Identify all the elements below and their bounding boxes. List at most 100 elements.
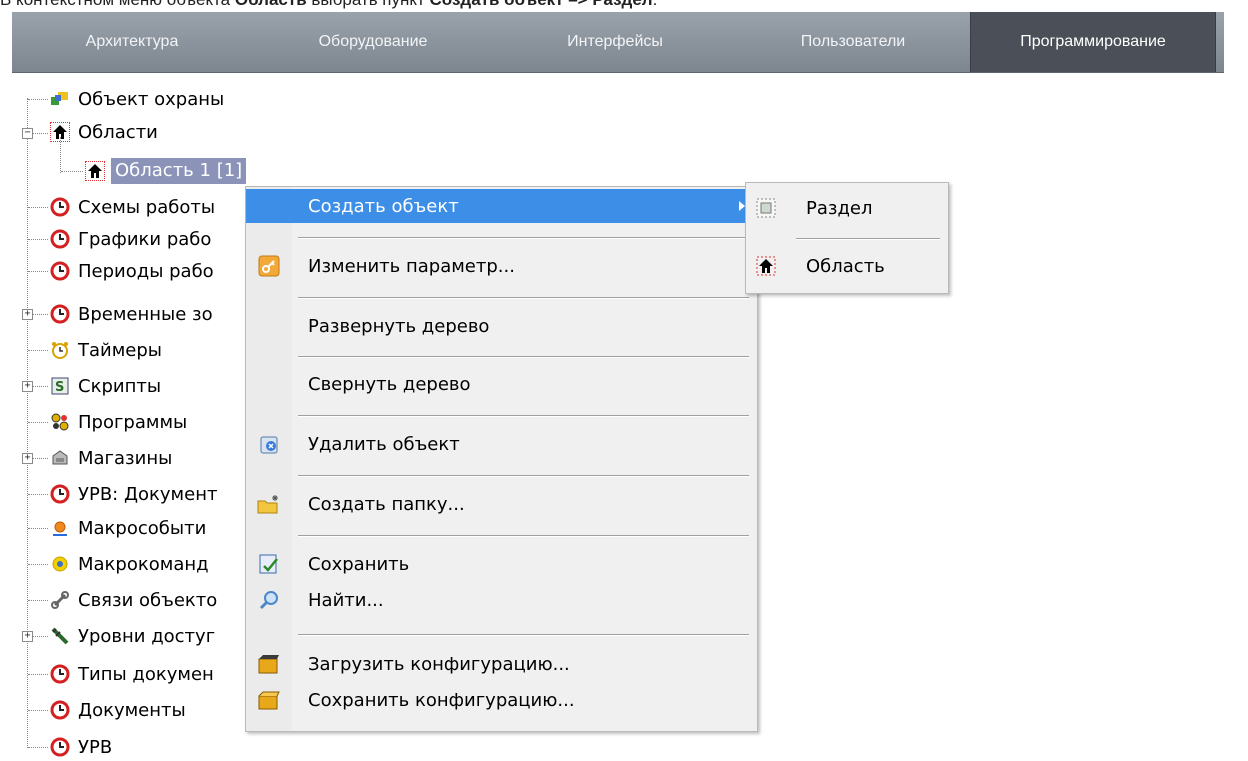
home-icon — [746, 256, 786, 276]
menu-item-label: Удалить объект — [308, 433, 460, 455]
save-config-icon — [246, 689, 292, 711]
tree-item-document-types[interactable]: Типы докумен — [50, 660, 214, 688]
tree-item-object-links[interactable]: Связи объекто — [50, 586, 217, 614]
tree-branch — [61, 171, 83, 172]
tree-item-label: Макрокоманд — [78, 553, 209, 575]
tree-item-label: Уровни достуг — [78, 625, 216, 647]
load-config-icon — [246, 653, 292, 675]
tree-item-area-1[interactable]: Область 1 [1] — [85, 157, 247, 185]
menu-item-find[interactable]: Найти... — [246, 583, 757, 617]
menu-item-save[interactable]: Сохранить — [246, 547, 757, 581]
tree-item-label: Типы докумен — [78, 663, 214, 685]
save-icon — [246, 553, 292, 575]
menu-item-label: Раздел — [806, 197, 873, 219]
menu-item-label: Свернуть дерево — [308, 373, 471, 395]
alarm-clock-icon — [50, 340, 70, 360]
menu-separator — [796, 238, 940, 240]
tree-item-security-object[interactable]: Объект охраны — [50, 85, 224, 113]
shop-icon — [50, 448, 70, 468]
tree-item-label-selected: Область 1 [1] — [111, 158, 247, 184]
menu-separator — [298, 356, 749, 358]
tree-item-documents[interactable]: Документы — [50, 696, 186, 724]
clock-icon — [50, 304, 70, 324]
section-icon — [746, 198, 786, 218]
menu-item-label: Изменить параметр... — [308, 255, 515, 277]
program-icon — [50, 412, 70, 432]
expand-toggle[interactable]: + — [22, 453, 33, 464]
tree-item-label: Скрипты — [78, 375, 162, 397]
menu-separator — [298, 237, 749, 239]
collapse-toggle[interactable]: − — [22, 128, 33, 139]
menu-separator — [298, 475, 749, 477]
tree-item-urv[interactable]: УРВ — [50, 733, 112, 761]
menu-item-expand-tree[interactable]: Развернуть дерево — [246, 309, 757, 343]
tree-item-label: Документы — [78, 699, 186, 721]
tree-item-label: Таймеры — [78, 339, 163, 361]
expand-toggle[interactable]: + — [22, 631, 33, 642]
menu-item-collapse-tree[interactable]: Свернуть дерево — [246, 367, 757, 401]
tree-item-timers[interactable]: Таймеры — [50, 336, 162, 364]
menu-item-label: Создать объект — [308, 195, 459, 217]
menu-item-change-parameter[interactable]: Изменить параметр... — [246, 249, 757, 283]
tree-item-label: Временные зо — [78, 303, 213, 325]
access-level-icon — [50, 626, 70, 646]
clock-icon — [50, 261, 70, 281]
macro-command-icon — [50, 554, 70, 574]
tree-item-scripts[interactable]: S Скрипты — [50, 372, 161, 400]
tree-item-macro-commands[interactable]: Макрокоманд — [50, 550, 209, 578]
tree-item-label: УРВ: Документ — [78, 483, 218, 505]
submenu-item-area[interactable]: Область — [746, 249, 948, 283]
menu-separator — [298, 415, 749, 417]
tree-item-label: Области — [78, 121, 158, 143]
expand-toggle[interactable]: + — [22, 309, 33, 320]
tree-item-areas[interactable]: Области — [50, 118, 158, 146]
menu-item-save-config[interactable]: Сохранить конфигурацию... — [246, 683, 757, 717]
tree-item-label: Объект охраны — [78, 88, 225, 110]
menu-item-delete-object[interactable]: Удалить объект — [246, 427, 757, 461]
tree-item-work-schemes[interactable]: Схемы работы — [50, 193, 215, 221]
tree-item-time-zones[interactable]: Временные зо — [50, 300, 213, 328]
menu-item-label: Область — [806, 255, 885, 277]
tree-item-label: Макрособыти — [78, 517, 207, 539]
menu-item-label: Развернуть дерево — [308, 315, 490, 337]
new-folder-icon — [246, 493, 292, 515]
tree-item-label: Магазины — [78, 447, 173, 469]
search-icon — [246, 589, 292, 611]
tree-item-shops[interactable]: Магазины — [50, 444, 172, 472]
tree-item-label: Программы — [78, 411, 188, 433]
tree-item-access-levels[interactable]: Уровни достуг — [50, 622, 215, 650]
clock-icon — [50, 737, 70, 757]
menu-item-label: Сохранить — [308, 553, 410, 575]
menu-item-load-config[interactable]: Загрузить конфигурацию... — [246, 647, 757, 681]
tree-item-label: Графики рабо — [78, 228, 212, 250]
tree-item-urv-document[interactable]: УРВ: Документ — [50, 480, 217, 508]
macro-event-icon — [50, 518, 70, 538]
tree-item-label: УРВ — [78, 736, 113, 758]
menu-item-label: Создать папку... — [308, 493, 465, 515]
clock-icon — [50, 484, 70, 504]
link-icon — [50, 590, 70, 610]
menu-item-create-object[interactable]: Создать объект — [246, 189, 757, 223]
tree-item-work-periods[interactable]: Периоды рабо — [50, 257, 214, 285]
menu-item-label: Загрузить конфигурацию... — [308, 653, 570, 675]
menu-item-create-folder[interactable]: Создать папку... — [246, 487, 757, 521]
delete-object-icon — [246, 433, 292, 455]
expand-toggle[interactable]: + — [22, 381, 33, 392]
tree-item-programs[interactable]: Программы — [50, 408, 187, 436]
menu-item-label: Найти... — [308, 589, 384, 611]
tree-branch — [33, 133, 48, 134]
home-icon — [50, 122, 70, 142]
context-menu: Создать объект Изменить параметр... Разв… — [245, 186, 758, 732]
tree-branch — [28, 99, 48, 100]
home-icon — [85, 161, 105, 181]
submenu-item-section[interactable]: Раздел — [746, 191, 948, 225]
menu-separator — [298, 535, 749, 537]
menu-separator — [298, 297, 749, 299]
security-object-icon — [50, 89, 70, 109]
tree-item-macro-events[interactable]: Макрособыти — [50, 514, 206, 542]
tree-item-label: Периоды рабо — [78, 260, 214, 282]
svg-text:S: S — [55, 380, 64, 395]
tree-item-label: Связи объекто — [78, 589, 218, 611]
script-icon: S — [50, 376, 70, 396]
tree-item-work-schedules[interactable]: Графики рабо — [50, 225, 211, 253]
